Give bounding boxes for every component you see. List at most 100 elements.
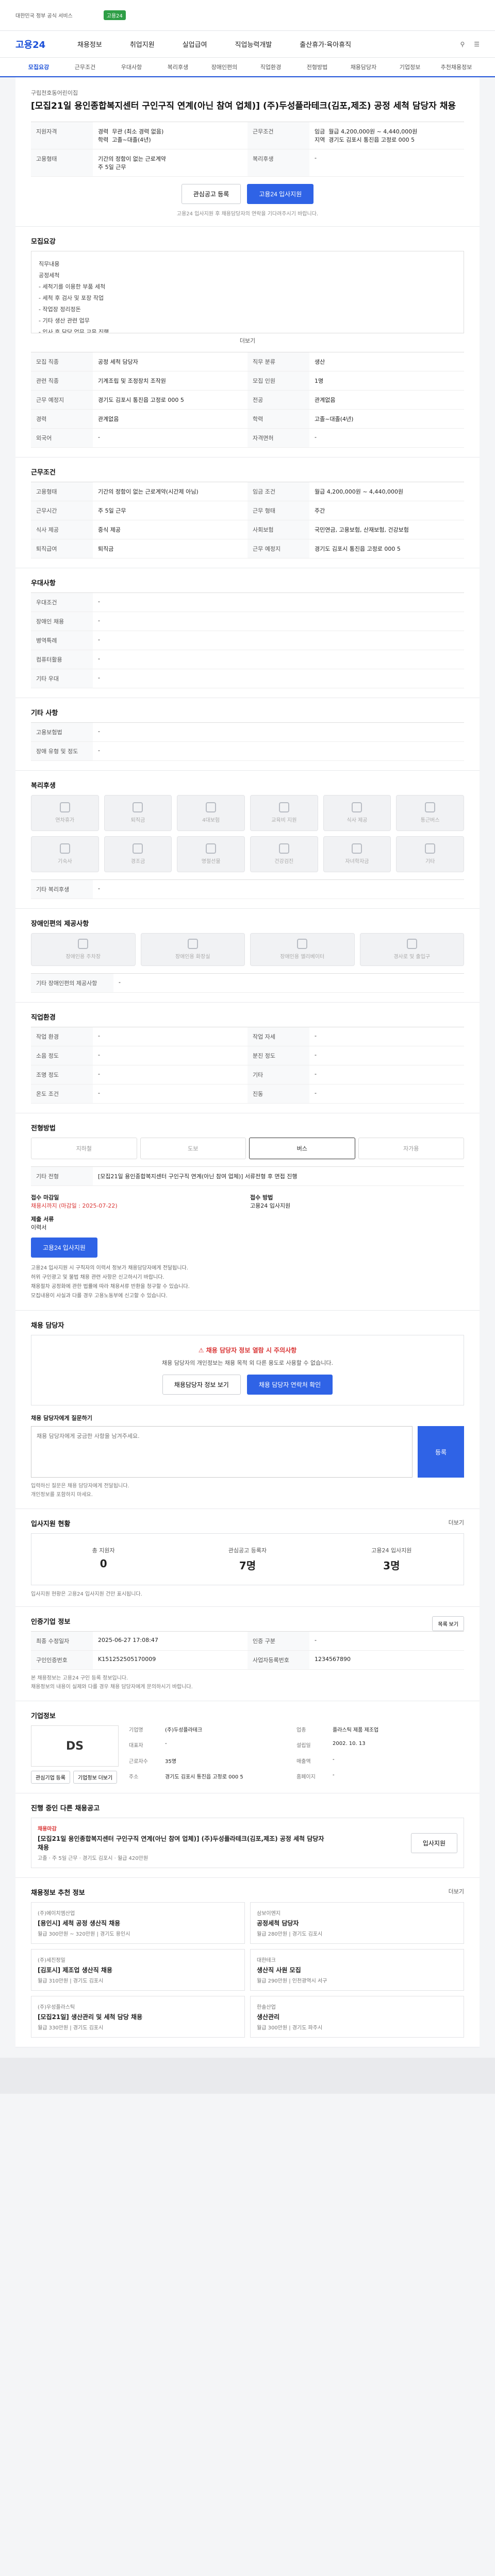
table-value: 관계없음 — [309, 391, 464, 410]
tab-recommend[interactable]: 추천채용정보 — [433, 63, 480, 71]
company-more-button[interactable]: 기업정보 더보기 — [73, 1771, 118, 1784]
list-button[interactable]: 목록 보기 — [432, 1616, 464, 1632]
recommend-card[interactable]: 한솔산업 생산관리 월급 300만원 | 경기도 파주시 — [250, 1996, 464, 2038]
summary-table: 지원자격 경력 무관 (최소 경력 없음) 학력 고졸~대졸(4년) 근무조건 임… — [31, 121, 464, 177]
stat-item: 관심공고 등록자 7명 — [175, 1546, 319, 1572]
tab-env[interactable]: 직업환경 — [248, 63, 294, 71]
recommend-job-title[interactable]: [용인시] 세척 공정 생산직 채용 — [38, 1919, 238, 1927]
more-button[interactable]: 더보기 — [31, 336, 464, 345]
stat-label: 관심공고 등록자 — [228, 1547, 267, 1554]
recommend-meta: 월급 290만원 | 인천광역시 서구 — [257, 1978, 327, 1985]
menu-item-training[interactable]: 직업능력개발 — [235, 39, 272, 49]
site-logo[interactable]: 고용24 — [15, 38, 67, 51]
company-value: 2002. 10. 13 — [333, 1741, 366, 1747]
recommend-card[interactable]: 삼보이엔지 공정세척 담당자 월급 280만원 | 경기도 김포시 — [250, 1902, 464, 1944]
table-value: 주간 — [309, 501, 464, 520]
fav-company-button[interactable]: 관심기업 등록 — [31, 1771, 70, 1784]
tab-recruit[interactable]: 모집요강 — [15, 63, 62, 71]
job-description: 직무내용 공정세척 - 세척기를 이용한 부품 세척 - 세척 후 검사 및 포… — [31, 250, 464, 333]
welfare-icon — [352, 802, 362, 812]
recommend-more-link[interactable]: 더보기 — [449, 1887, 464, 1902]
menu-item-leave[interactable]: 출산휴가·육아휴직 — [300, 39, 351, 49]
welfare-label: 건강검진 — [274, 859, 294, 865]
meta-item: 경기도 김포시 — [82, 1856, 113, 1862]
manager-alert: ⚠ 채용 담당자 정보 열람 시 주의사항 채용 담당자의 개인정보는 채용 목… — [31, 1334, 464, 1406]
welfare-item: 식사 제공 — [323, 794, 391, 831]
manager-contact-button[interactable]: 채용 담당자 연락처 확인 — [246, 1375, 333, 1395]
tab-access[interactable]: 장애인편의 — [201, 63, 248, 71]
recommend-card[interactable]: 대한테크 생산직 사원 모집 월급 290만원 | 인천광역시 서구 — [250, 1949, 464, 1991]
welfare-item: 연차휴가 — [31, 794, 99, 831]
recommend-header: 채용정보 추천 정보 더보기 — [31, 1887, 464, 1902]
related-apply-button[interactable]: 입사지원 — [410, 1833, 457, 1853]
menu-item-jobs[interactable]: 채용정보 — [77, 39, 102, 49]
welfare-icon — [59, 802, 70, 812]
table-key: 전공 — [248, 390, 309, 410]
recommend-job-title[interactable]: 공정세척 담당자 — [257, 1919, 457, 1927]
tab-selection[interactable]: 전형방법 — [294, 63, 340, 71]
table-value: 기간의 정함이 없는 근로계약(시간제 아님) — [93, 482, 248, 501]
menu-item-benefit[interactable]: 실업급여 — [183, 39, 207, 49]
recommend-org: 삼보이엔지 — [257, 1911, 280, 1917]
apply-button[interactable]: 고용24 입사지원 — [247, 183, 314, 204]
question-input[interactable] — [31, 1426, 412, 1478]
recommend-org: (주)우성플라스틱 — [38, 2005, 75, 2011]
related-job-title[interactable]: [모집21일 용인종합복지센터 구인구직 연계(아닌 참여 업체)] (주)두성… — [38, 1834, 332, 1852]
tab-welfare[interactable]: 복리후생 — [155, 63, 201, 71]
apply-info: 접수 마감일 채용시까지 (마감일 : 2025-07-22) 접수 방법 고용24… — [31, 1193, 464, 1231]
stat-item: 고용24 입사지원 3명 — [320, 1546, 464, 1572]
related-body: 채용마감 [모집21일 용인종합복지센터 구인구직 연계(아닌 참여 업체)] … — [38, 1824, 332, 1861]
summary-value: 기간의 정함이 없는 근로계약 주 5일 근무 — [93, 149, 248, 177]
recommend-card[interactable]: (주)우성플라스틱 [모집21일] 생산관리 및 세척 담당 채용 월급 330만원… — [31, 1996, 245, 2038]
apply-deadline: 접수 마감일 채용시까지 (마감일 : 2025-07-22) — [31, 1193, 245, 1210]
tab-company[interactable]: 기업정보 — [387, 63, 433, 71]
recommend-job-title[interactable]: 생산직 사원 모집 — [257, 1965, 457, 1974]
transport-option[interactable]: 자가용 — [358, 1137, 464, 1159]
apply-button-2[interactable]: 고용24 입사지원 — [31, 1237, 97, 1258]
transport-option[interactable]: 지하철 — [31, 1137, 137, 1159]
apply-method: 접수 방법 고용24 입사지원 — [250, 1193, 464, 1210]
company-key: 대표자 — [129, 1743, 143, 1749]
search-icon[interactable]: ⚲ — [460, 41, 465, 48]
company-key: 업종 — [296, 1727, 306, 1734]
menu-item-support[interactable]: 취업지원 — [130, 39, 155, 49]
recommend-card[interactable]: (주)에이치엠산업 [용인시] 세척 공정 생산직 채용 월급 300만원 ~ 32… — [31, 1902, 245, 1944]
menu-icon[interactable]: ☰ — [474, 41, 480, 48]
status-more-link[interactable]: 더보기 — [449, 1518, 464, 1533]
table-key: 모집 인원 — [248, 371, 309, 391]
scrap-button[interactable]: 관심공고 등록 — [181, 183, 241, 204]
table-key: 소음 정도 — [31, 1046, 93, 1065]
welfare-icon — [133, 843, 143, 854]
welfare-label: 교육비 지원 — [271, 818, 297, 823]
tab-work[interactable]: 근무조건 — [62, 63, 108, 71]
welfare-item: 기숙사 — [31, 836, 99, 872]
job-desc-line: - 입사 후 담당 업무 교육 진행 — [39, 328, 109, 333]
tab-pref[interactable]: 우대사항 — [108, 63, 155, 71]
question-submit-button[interactable]: 등록 — [418, 1426, 464, 1478]
org-name[interactable]: 구립천호동어린이집 — [31, 89, 464, 97]
recommend-job-title[interactable]: [모집21일] 생산관리 및 세척 담당 채용 — [38, 2012, 238, 2021]
company-title: 기업정보 — [31, 1713, 56, 1721]
transport-option[interactable]: 도보 — [140, 1137, 246, 1159]
related-card[interactable]: 채용마감 [모집21일 용인종합복지센터 구인구직 연계(아닌 참여 업체)] … — [31, 1818, 464, 1869]
table-value: - — [93, 1065, 248, 1084]
recommend-meta: 월급 300만원 ~ 320만원 | 경기도 용인시 — [38, 1931, 130, 1938]
recommend-card[interactable]: (주)세진정밀 [김포시] 제조업 생산직 채용 월급 310만원 | 경기도 김포… — [31, 1949, 245, 1991]
table-key: 근무시간 — [31, 501, 93, 520]
company-value: - — [333, 1772, 335, 1778]
welfare-icon — [59, 843, 70, 854]
table-key: 사업자등록번호 — [248, 1651, 309, 1670]
work-table: 고용형태 기간의 정함이 없는 근로계약(시간제 아님) 임금 조건 월급 4,200… — [31, 481, 464, 558]
manager-info-button[interactable]: 채용담당자 정보 보기 — [162, 1375, 241, 1395]
etc-table: 고용보험법 - 장애 유형 및 정도 - — [31, 722, 464, 761]
cta-row: 관심공고 등록 고용24 입사지원 — [31, 183, 464, 204]
transport-option[interactable]: 버스 — [249, 1137, 355, 1159]
recommend-job-title[interactable]: 생산관리 — [257, 2012, 457, 2021]
tab-manager[interactable]: 채용담당자 — [340, 63, 387, 71]
table-key: 경력 — [31, 409, 93, 429]
apply-method-value: 고용24 입사지원 — [250, 1202, 291, 1209]
recommend-job-title[interactable]: [김포시] 제조업 생산직 채용 — [38, 1965, 238, 1974]
table-value: - — [93, 1027, 248, 1046]
jobinfo-header: 인증기업 정보 목록 보기 — [31, 1616, 464, 1632]
apply-note: 고용24 입사지원 후 채용담당자의 연락을 기다려주시기 바랍니다. — [176, 211, 319, 217]
